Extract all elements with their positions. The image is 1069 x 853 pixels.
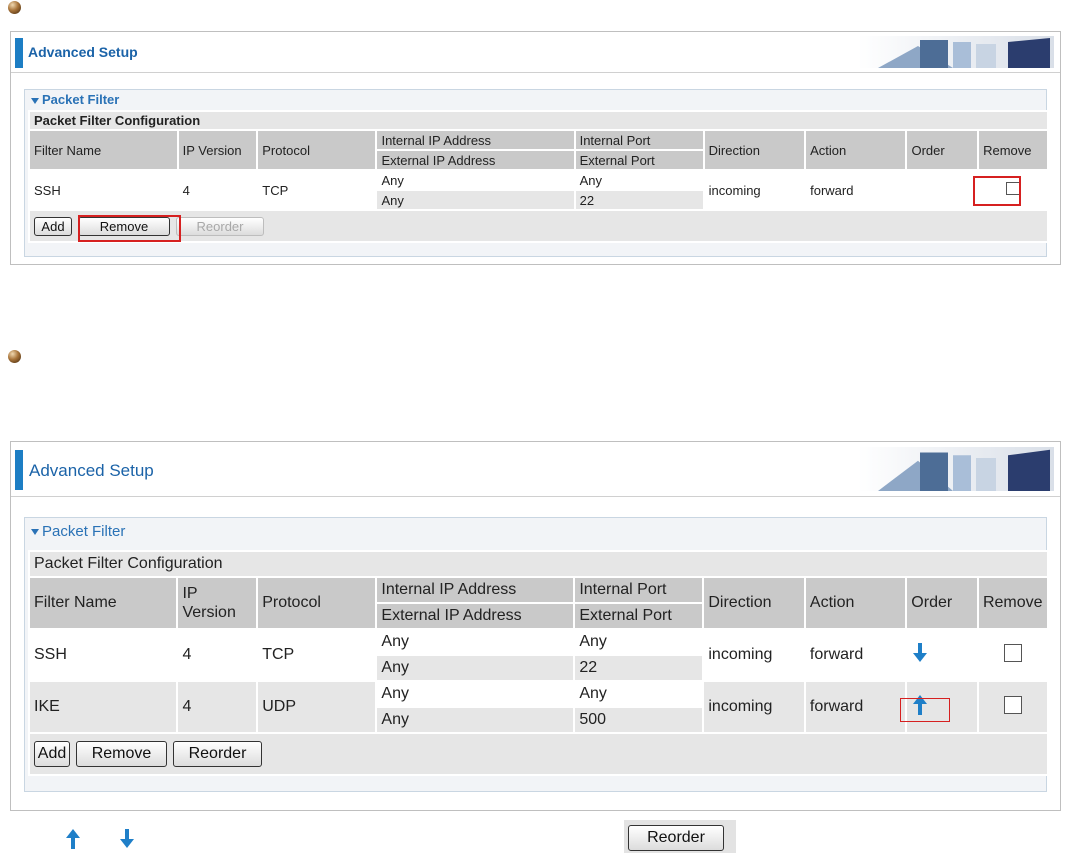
- header-direction: Direction: [704, 131, 805, 169]
- cell-filter-name: IKE: [30, 682, 177, 732]
- cell-protocol: TCP: [258, 630, 376, 680]
- header-accent-bar: [15, 450, 23, 490]
- cell-order: [907, 630, 977, 680]
- cell-protocol: UDP: [258, 682, 376, 732]
- table-row: IKE 4 UDP Any Any incoming forward: [30, 682, 1047, 732]
- header-internal-ip: Internal IP Address: [377, 578, 574, 602]
- cell-protocol: TCP: [258, 171, 376, 209]
- cell-filter-name: SSH: [30, 171, 177, 209]
- bullet-icon: [8, 1, 21, 14]
- header-filter-name: Filter Name: [30, 131, 177, 169]
- panel-header: Advanced Setup: [11, 442, 1060, 497]
- legend-reorder-button: Reorder: [628, 825, 724, 851]
- packet-filter-section-title[interactable]: Packet Filter: [31, 92, 119, 107]
- header-ip-version: IP Version: [178, 578, 257, 628]
- header-order: Order: [907, 131, 978, 169]
- button-bar: Add Remove Reorder: [30, 734, 1047, 774]
- header-banner-image: [858, 36, 1054, 68]
- cell-ip-version: 4: [178, 171, 257, 209]
- packet-filter-table: Packet Filter Configuration Filter Name …: [28, 550, 1049, 776]
- arrow-down-icon[interactable]: [913, 642, 928, 663]
- cell-internal-ip: Any: [377, 630, 574, 654]
- header-order: Order: [907, 578, 977, 628]
- cell-direction: incoming: [704, 682, 804, 732]
- highlight-remove-checkbox: [973, 176, 1021, 206]
- cell-external-ip: Any: [377, 708, 574, 732]
- button-bar: Add Remove Reorder: [30, 211, 1047, 241]
- cell-action: forward: [805, 682, 906, 732]
- header-protocol: Protocol: [258, 578, 376, 628]
- header-direction: Direction: [704, 578, 804, 628]
- cell-internal-port: Any: [575, 682, 703, 706]
- header-action: Action: [805, 578, 906, 628]
- highlight-remove-button: [78, 215, 181, 242]
- cell-direction: incoming: [704, 171, 805, 209]
- cell-internal-port: Any: [575, 630, 703, 654]
- advanced-setup-panel-2: Advanced Setup Packet Filter Packet Filt…: [10, 441, 1061, 811]
- collapse-triangle-icon: [31, 529, 39, 536]
- arrow-up-icon: [66, 829, 80, 849]
- packet-filter-section: Packet Filter Packet Filter Configuratio…: [24, 517, 1049, 792]
- cell-remove: [978, 630, 1047, 680]
- header-ip-version: IP Version: [178, 131, 257, 169]
- panel-header: Advanced Setup: [11, 32, 1060, 73]
- page-title: Advanced Setup: [29, 461, 154, 480]
- remove-checkbox[interactable]: [1003, 643, 1022, 662]
- header-internal-port: Internal Port: [575, 131, 703, 149]
- cell-order: [907, 171, 978, 209]
- collapse-triangle-icon: [31, 97, 39, 104]
- header-external-port: External Port: [575, 151, 703, 169]
- arrow-down-icon: [120, 829, 134, 848]
- highlight-order-arrow: [900, 698, 950, 722]
- header-accent-bar: [15, 38, 23, 68]
- table-caption: Packet Filter Configuration: [30, 552, 1047, 576]
- section-title-text: Packet Filter: [42, 523, 126, 540]
- cell-ip-version: 4: [178, 630, 257, 680]
- header-remove: Remove: [978, 578, 1047, 628]
- packet-filter-table: Packet Filter Configuration Filter Name …: [28, 110, 1049, 243]
- cell-action: forward: [806, 171, 906, 209]
- bullet-icon: [8, 350, 21, 363]
- cell-filter-name: SSH: [30, 630, 177, 680]
- cell-internal-port: Any: [575, 171, 703, 189]
- packet-filter-section-title[interactable]: Packet Filter: [31, 523, 125, 540]
- reorder-button: Reorder: [176, 216, 264, 236]
- header-internal-port: Internal Port: [575, 578, 703, 602]
- add-button[interactable]: Add: [34, 741, 70, 767]
- remove-checkbox[interactable]: [1003, 695, 1022, 714]
- table-caption: Packet Filter Configuration: [30, 112, 1047, 129]
- header-action: Action: [806, 131, 906, 169]
- header-protocol: Protocol: [258, 131, 376, 169]
- cell-external-port: 22: [575, 191, 703, 209]
- cell-remove: [978, 682, 1047, 732]
- add-button[interactable]: Add: [34, 216, 72, 236]
- cell-external-ip: Any: [377, 656, 574, 680]
- header-external-port: External Port: [575, 604, 703, 628]
- cell-action: forward: [805, 630, 906, 680]
- cell-internal-ip: Any: [377, 171, 574, 189]
- cell-direction: incoming: [704, 630, 804, 680]
- header-external-ip: External IP Address: [377, 604, 574, 628]
- header-internal-ip: Internal IP Address: [377, 131, 574, 149]
- header-banner-image: [858, 447, 1054, 491]
- reorder-button[interactable]: Reorder: [173, 741, 262, 767]
- cell-external-ip: Any: [377, 191, 574, 209]
- remove-button[interactable]: Remove: [76, 741, 167, 767]
- cell-ip-version: 4: [178, 682, 257, 732]
- cell-external-port: 500: [575, 708, 703, 732]
- cell-internal-ip: Any: [377, 682, 574, 706]
- table-row: SSH 4 TCP Any Any incoming forward: [30, 171, 1047, 209]
- header-filter-name: Filter Name: [30, 578, 177, 628]
- table-row: SSH 4 TCP Any Any incoming forward: [30, 630, 1047, 680]
- cell-external-port: 22: [575, 656, 703, 680]
- section-title-text: Packet Filter: [42, 92, 120, 107]
- header-remove: Remove: [979, 131, 1047, 169]
- header-external-ip: External IP Address: [377, 151, 574, 169]
- page-title: Advanced Setup: [28, 44, 138, 60]
